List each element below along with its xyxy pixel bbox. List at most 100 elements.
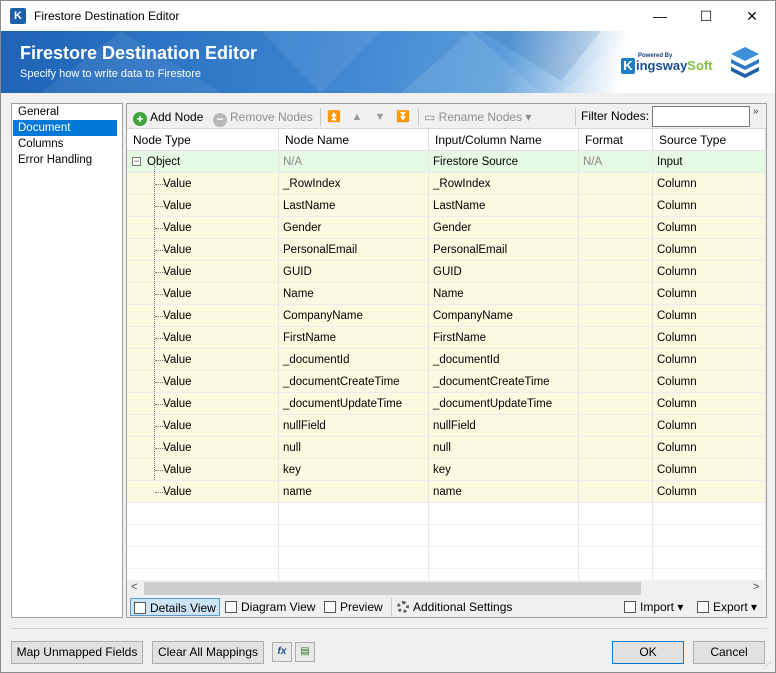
minimize-button[interactable]: — [637, 1, 683, 31]
cell-source-type[interactable]: Column [653, 327, 766, 349]
cell-node-type[interactable]: Value [127, 217, 279, 239]
variables-grid-icon[interactable]: ▤ [295, 642, 315, 662]
cell-source-type[interactable]: Column [653, 415, 766, 437]
cell-source-type[interactable]: Column [653, 305, 766, 327]
cell-node-type[interactable]: Value [127, 195, 279, 217]
nav-item-error-handling[interactable]: Error Handling [13, 152, 121, 168]
table-row[interactable]: Value Name Name Column [127, 283, 766, 305]
cell-input-name[interactable]: Firestore Source [429, 151, 579, 173]
cell-input-name[interactable]: nullField [429, 415, 579, 437]
cell-input-name[interactable]: _documentId [429, 349, 579, 371]
tab-preview[interactable]: Preview [324, 598, 383, 616]
cell-node-name[interactable]: _documentCreateTime [279, 371, 429, 393]
scroll-left-icon[interactable]: < [131, 581, 137, 593]
table-row[interactable]: Value CompanyName CompanyName Column [127, 305, 766, 327]
nav-item-columns[interactable]: Columns [13, 136, 121, 152]
cell-source-type[interactable]: Column [653, 437, 766, 459]
cell-node-type[interactable]: Value [127, 327, 279, 349]
cell-format-string[interactable] [579, 393, 653, 415]
cell-input-name[interactable]: Name [429, 283, 579, 305]
cell-node-type[interactable]: Value [127, 283, 279, 305]
cell-format-string[interactable] [579, 261, 653, 283]
cell-node-type[interactable]: Value [127, 261, 279, 283]
cell-node-name[interactable]: Name [279, 283, 429, 305]
cell-format-string[interactable] [579, 349, 653, 371]
cell-format-string[interactable] [579, 327, 653, 349]
cell-input-name[interactable]: LastName [429, 195, 579, 217]
cell-input-name[interactable]: Gender [429, 217, 579, 239]
col-node-type[interactable]: Node Type [127, 129, 279, 151]
table-row[interactable]: Value Gender Gender Column [127, 217, 766, 239]
cell-node-type[interactable]: Value [127, 437, 279, 459]
rename-nodes-button[interactable]: ▭ Rename Nodes ▾ [424, 108, 531, 126]
cell-input-name[interactable]: key [429, 459, 579, 481]
cell-node-name[interactable]: CompanyName [279, 305, 429, 327]
tab-details-view[interactable]: Details View [130, 598, 220, 616]
cell-node-type[interactable]: Value [127, 371, 279, 393]
cell-input-name[interactable]: CompanyName [429, 305, 579, 327]
ok-button[interactable]: OK [612, 641, 684, 664]
cell-node-type[interactable]: Value [127, 349, 279, 371]
cell-node-name[interactable]: FirstName [279, 327, 429, 349]
cell-format-string[interactable] [579, 305, 653, 327]
filter-nodes-input[interactable] [652, 106, 750, 127]
import-button[interactable]: Import ▾ [624, 598, 683, 616]
cell-format-string[interactable] [579, 415, 653, 437]
cell-source-type[interactable]: Column [653, 217, 766, 239]
cell-node-type[interactable]: Value [127, 393, 279, 415]
cell-source-type[interactable]: Column [653, 481, 766, 503]
move-down-icon[interactable]: ▼ [372, 109, 388, 125]
cell-node-name[interactable]: name [279, 481, 429, 503]
table-row[interactable]: Value _documentCreateTime _documentCreateT… [127, 371, 766, 393]
col-source-type[interactable]: Source Type [653, 129, 766, 151]
table-row[interactable]: Value FirstName FirstName Column [127, 327, 766, 349]
cell-node-type[interactable]: Value [127, 173, 279, 195]
cell-input-name[interactable]: _documentCreateTime [429, 371, 579, 393]
cell-input-name[interactable]: PersonalEmail [429, 239, 579, 261]
map-unmapped-fields-button[interactable]: Map Unmapped Fields [11, 641, 143, 664]
table-row[interactable]: Value PersonalEmail PersonalEmail Column [127, 239, 766, 261]
table-row[interactable]: Value _documentId _documentId Column [127, 349, 766, 371]
cell-format-string[interactable] [579, 371, 653, 393]
cell-node-type[interactable]: Value [127, 239, 279, 261]
close-button[interactable]: ✕ [729, 1, 775, 31]
clear-all-mappings-button[interactable]: Clear All Mappings [152, 641, 264, 664]
cell-source-type[interactable]: Column [653, 283, 766, 305]
cell-node-name[interactable]: GUID [279, 261, 429, 283]
maximize-button[interactable]: ☐ [683, 1, 729, 31]
table-row[interactable]: Value _documentUpdateTime _documentUpdateT… [127, 393, 766, 415]
resize-grip-icon[interactable]: ⋰ [763, 661, 773, 671]
cell-source-type[interactable]: Column [653, 349, 766, 371]
scroll-right-icon[interactable]: > [753, 581, 759, 593]
cell-node-name[interactable]: key [279, 459, 429, 481]
cell-format-string[interactable] [579, 173, 653, 195]
col-format-string[interactable]: Format String [579, 129, 653, 169]
cell-source-type[interactable]: Column [653, 239, 766, 261]
cell-format-string[interactable] [579, 195, 653, 217]
additional-settings-button[interactable]: Additional Settings [397, 598, 512, 616]
cell-node-name[interactable]: null [279, 437, 429, 459]
cell-node-name[interactable]: _RowIndex [279, 173, 429, 195]
cell-format-string[interactable] [579, 283, 653, 305]
cell-format-string[interactable] [579, 239, 653, 261]
cell-node-type[interactable]: Value [127, 305, 279, 327]
cell-source-type[interactable]: Column [653, 371, 766, 393]
move-up-icon[interactable]: ▲ [349, 109, 365, 125]
col-input-column-name[interactable]: Input/Column Name [429, 129, 579, 151]
add-node-button[interactable]: + Add Node [133, 108, 203, 126]
cell-input-name[interactable]: null [429, 437, 579, 459]
remove-nodes-button[interactable]: − Remove Nodes [213, 108, 313, 127]
cell-node-name[interactable]: nullField [279, 415, 429, 437]
table-row[interactable]: Value nullField nullField Column [127, 415, 766, 437]
expression-fx-button[interactable]: fx [272, 642, 292, 662]
cell-source-type[interactable]: Column [653, 261, 766, 283]
table-row[interactable]: Value _RowIndex _RowIndex Column [127, 173, 766, 195]
nav-item-document-designer[interactable]: Document Designer [13, 120, 117, 150]
cell-input-name[interactable]: GUID [429, 261, 579, 283]
table-row[interactable]: Value name name Column [127, 481, 766, 503]
cell-source-type[interactable]: Column [653, 195, 766, 217]
cell-source-type[interactable]: Column [653, 173, 766, 195]
cell-input-name[interactable]: _documentUpdateTime [429, 393, 579, 415]
cancel-button[interactable]: Cancel [693, 641, 765, 664]
cell-node-name[interactable]: PersonalEmail [279, 239, 429, 261]
